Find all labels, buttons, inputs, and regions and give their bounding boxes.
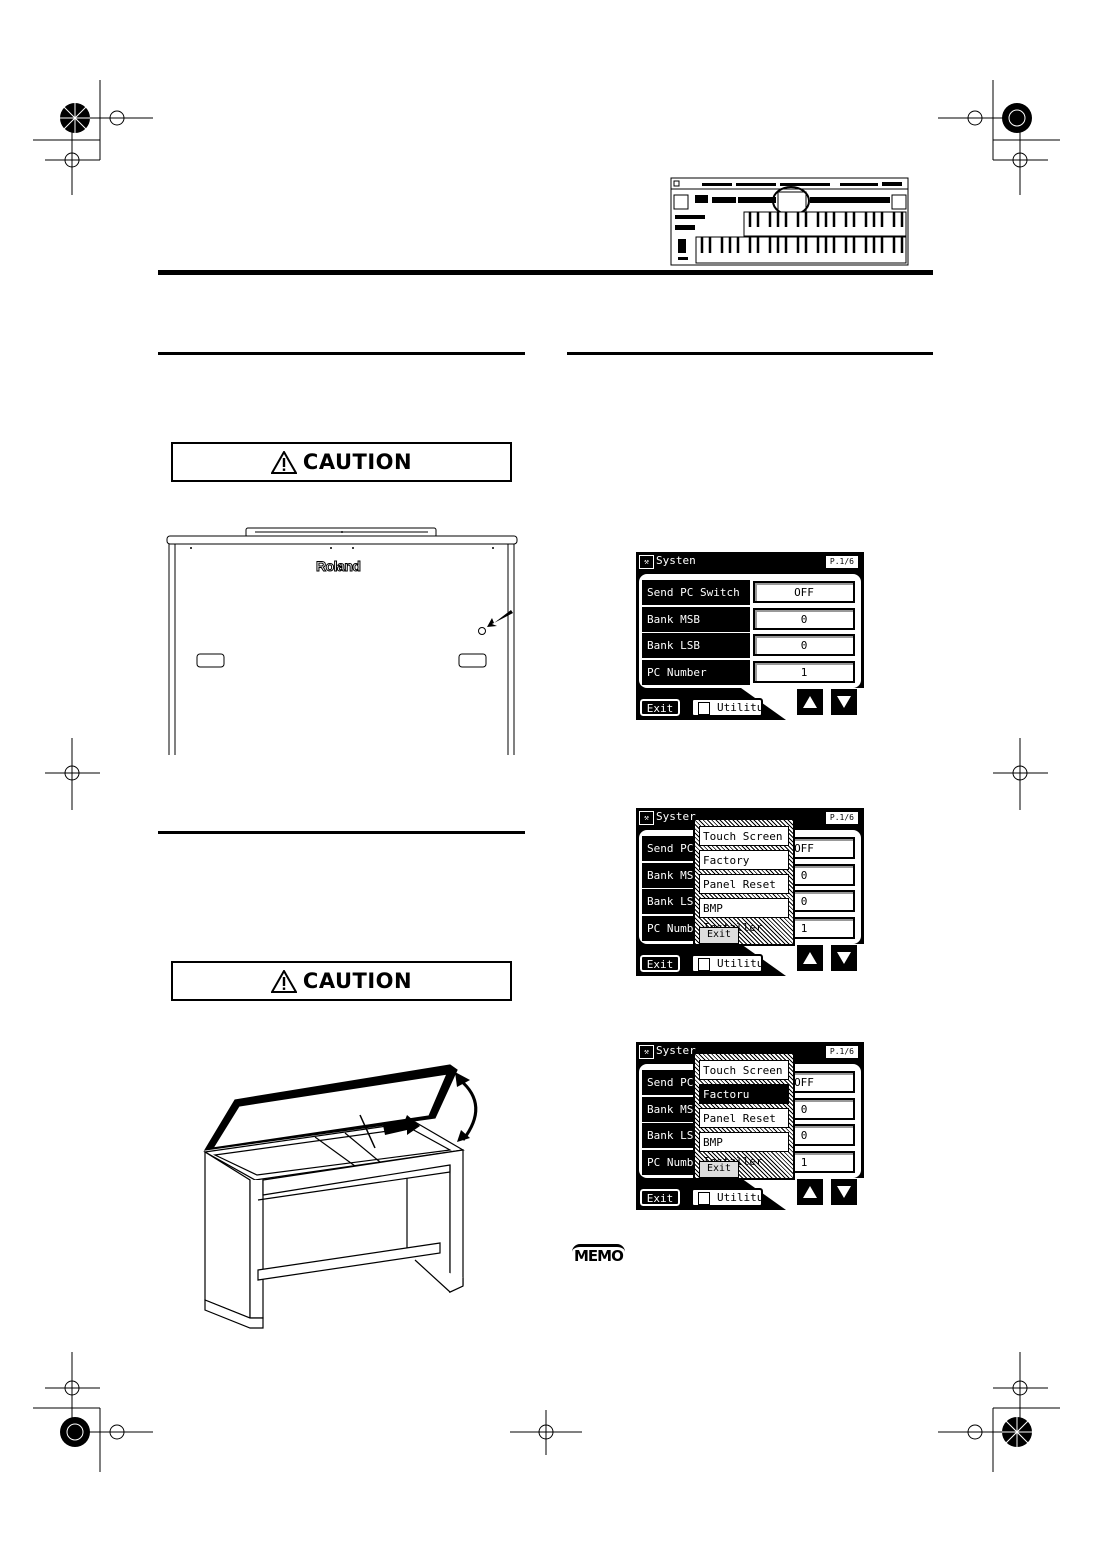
- page-indicator: P.1/6: [825, 812, 858, 824]
- popup-menu-item[interactable]: Factoru Reset: [699, 1084, 789, 1120]
- scroll-up-button[interactable]: [797, 689, 823, 715]
- warning-triangle-icon: [270, 450, 297, 474]
- section-rule-right-1: [567, 352, 933, 355]
- utility-label: Utilitu: [717, 957, 764, 970]
- popup-menu-item[interactable]: BMP Installer: [699, 1132, 789, 1168]
- setting-label[interactable]: Bank LSB: [642, 633, 750, 658]
- utility-label: Utilitu: [717, 1191, 764, 1204]
- popup-exit-button[interactable]: Exit: [699, 1161, 739, 1178]
- screen-title: Syster: [656, 810, 696, 823]
- scroll-up-button[interactable]: [797, 945, 823, 971]
- arrow-down-icon: [837, 952, 851, 964]
- roland-logo: Roland: [315, 558, 361, 575]
- caution-box-2: CAUTION: [171, 961, 512, 1001]
- scroll-up-button[interactable]: [797, 1179, 823, 1205]
- setting-value[interactable]: 0: [753, 634, 855, 656]
- memo-icon: MEMO: [572, 1244, 625, 1265]
- screen-title: Systen: [656, 554, 696, 567]
- arrow-up-icon: [803, 696, 817, 708]
- header-rule: [158, 270, 933, 275]
- popup-menu-item[interactable]: Touch Screen: [699, 1060, 789, 1080]
- setting-value[interactable]: 1: [753, 660, 855, 683]
- arrow-down-icon: [837, 1186, 851, 1198]
- setting-label[interactable]: Send PC Switch: [642, 580, 750, 605]
- arrow-up-icon: [803, 1186, 817, 1198]
- scroll-down-button[interactable]: [831, 945, 857, 971]
- popup-menu-item[interactable]: Touch Screen: [699, 826, 789, 846]
- memo-label: MEMO: [574, 1247, 624, 1265]
- caution-box-1: CAUTION: [171, 442, 512, 482]
- popup-menu-item[interactable]: Panel Reset: [699, 874, 789, 894]
- setting-value[interactable]: 0: [753, 607, 855, 630]
- exit-button[interactable]: Exit: [639, 954, 681, 973]
- arrow-up-icon: [803, 952, 817, 964]
- screen-title: Syster: [656, 1044, 696, 1057]
- utility-popup-menu: Touch Screen Factory ResetPanel Reset BMP …: [693, 818, 795, 946]
- scroll-down-button[interactable]: [831, 1179, 857, 1205]
- setting-row: Bank LSB 0: [642, 633, 855, 658]
- utility-button[interactable]: Utilitu: [691, 1188, 763, 1207]
- system-icon: ⚒: [639, 1045, 654, 1059]
- caution-label: CAUTION: [302, 969, 413, 993]
- system-icon: ⚒: [639, 555, 654, 569]
- organ-back-panel-illustration: Roland: [160, 520, 530, 760]
- registration-marks: [33, 80, 1060, 1472]
- arrow-icon: [487, 610, 513, 627]
- lcd-screen: ⚒ Syster P.1/6 Send PC OFF Bank MS 0 Bank LS 0 PC…: [636, 808, 864, 976]
- popup-menu-item[interactable]: Panel Reset: [699, 1108, 789, 1128]
- setting-value[interactable]: OFF: [753, 581, 855, 603]
- caution-label: CAUTION: [302, 450, 413, 474]
- utility-icon: [698, 1192, 710, 1205]
- utility-button[interactable]: Utilitu: [691, 698, 763, 717]
- utility-icon: [698, 958, 710, 971]
- setting-label[interactable]: Bank MSB: [642, 606, 750, 632]
- popup-exit-button[interactable]: Exit: [699, 927, 739, 944]
- organ-panel-illustration: [670, 177, 909, 266]
- setting-row: PC Number 1: [642, 659, 855, 685]
- page-indicator: P.1/6: [825, 1046, 858, 1058]
- exit-button[interactable]: Exit: [639, 698, 681, 717]
- popup-menu-item[interactable]: BMP Installer: [699, 898, 789, 934]
- page-indicator: P.1/6: [825, 556, 858, 568]
- utility-label: Utilitu: [717, 701, 764, 714]
- setting-label[interactable]: PC Number: [642, 659, 750, 685]
- organ-stand-illustration: [203, 1064, 478, 1329]
- system-icon: ⚒: [639, 811, 654, 825]
- lcd-screen: ⚒ Syster P.1/6 Send PC OFF Bank MS 0 Bank LS 0 PC…: [636, 1042, 864, 1210]
- section-rule-left-2: [158, 831, 525, 834]
- setting-row: Send PC Switch OFF: [642, 580, 855, 605]
- utility-icon: [698, 702, 710, 715]
- lcd-screen: ⚒ Systen P.1/6 Send PC Switch OFF Bank MSB 0 Ba…: [636, 552, 864, 720]
- arrow-down-icon: [837, 696, 851, 708]
- utility-button[interactable]: Utilitu: [691, 954, 763, 973]
- section-rule-left-1: [158, 352, 525, 355]
- scroll-down-button[interactable]: [831, 689, 857, 715]
- utility-popup-menu: Touch Screen Factoru ResetPanel Reset BMP …: [693, 1052, 795, 1180]
- setting-row: Bank MSB 0: [642, 606, 855, 632]
- exit-button[interactable]: Exit: [639, 1188, 681, 1207]
- warning-triangle-icon: [270, 969, 297, 993]
- popup-menu-item[interactable]: Factory Reset: [699, 850, 789, 886]
